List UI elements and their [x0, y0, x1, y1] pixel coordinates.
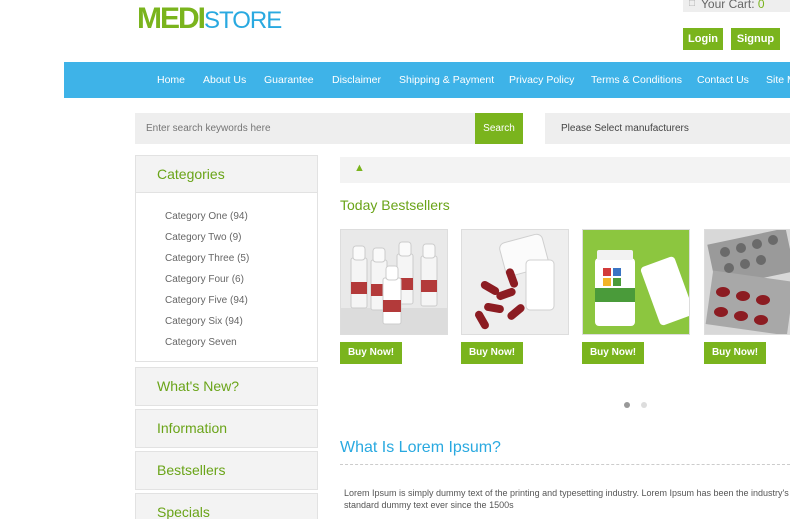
- buy-now-button[interactable]: Buy Now!: [582, 342, 644, 364]
- logo-medi: MEDI: [137, 2, 206, 35]
- category-item[interactable]: Category Five (94): [136, 290, 317, 311]
- category-item[interactable]: Category Seven: [136, 332, 317, 353]
- lorem-text: Lorem Ipsum is simply dummy text of the …: [344, 488, 789, 510]
- nav-home[interactable]: Home: [157, 62, 185, 98]
- product-image[interactable]: [582, 229, 690, 335]
- buy-now-button[interactable]: Buy Now!: [704, 342, 766, 364]
- category-item[interactable]: Category Three (5): [136, 248, 317, 269]
- category-item[interactable]: Category Six (94): [136, 311, 317, 332]
- main-nav: Home About Us Guarantee Disclaimer Shipp…: [64, 62, 790, 98]
- information-box[interactable]: Information: [135, 409, 318, 448]
- category-item[interactable]: Category Four (6): [136, 269, 317, 290]
- bestsellers-box[interactable]: Bestsellers: [135, 451, 318, 490]
- nav-guarantee[interactable]: Guarantee: [264, 62, 314, 98]
- buy-now-button[interactable]: Buy Now!: [340, 342, 402, 364]
- product-image[interactable]: [704, 229, 790, 335]
- cart-icon: □: [689, 0, 696, 9]
- carousel-dot[interactable]: [641, 402, 647, 408]
- cart-label: Your Cart:: [701, 0, 758, 11]
- login-button[interactable]: Login: [683, 28, 723, 50]
- cart-summary[interactable]: □ Your Cart: 0: [683, 0, 790, 12]
- nav-contact-us[interactable]: Contact Us: [697, 62, 749, 98]
- breadcrumb: ▲: [340, 157, 790, 183]
- manufacturer-select[interactable]: Please Select manufacturers: [545, 113, 790, 144]
- category-item[interactable]: Category Two (9): [136, 227, 317, 248]
- signup-button[interactable]: Signup: [731, 28, 780, 50]
- buy-now-button[interactable]: Buy Now!: [461, 342, 523, 364]
- nav-disclaimer[interactable]: Disclaimer: [332, 62, 381, 98]
- carousel-dot-active[interactable]: [624, 402, 630, 408]
- categories-box: Categories Category One (94) Category Tw…: [135, 155, 318, 362]
- nav-shipping-payment[interactable]: Shipping & Payment: [399, 62, 494, 98]
- specials-box[interactable]: Specials: [135, 493, 318, 519]
- divider: [340, 464, 790, 465]
- logo-store: STORE: [204, 7, 282, 34]
- search-button[interactable]: Search: [475, 113, 523, 144]
- product-image[interactable]: [340, 229, 448, 335]
- category-item[interactable]: Category One (94): [136, 206, 317, 227]
- nav-about-us[interactable]: About Us: [203, 62, 246, 98]
- site-logo[interactable]: MEDISTORE: [137, 2, 282, 36]
- whats-new-box[interactable]: What's New?: [135, 367, 318, 406]
- cart-count: 0: [757, 0, 765, 11]
- nav-site-map[interactable]: Site Map: [766, 62, 790, 98]
- lorem-title: What Is Lorem Ipsum?: [340, 439, 501, 456]
- home-icon[interactable]: ▲: [354, 162, 365, 174]
- category-list: Category One (94) Category Two (9) Categ…: [136, 193, 317, 353]
- nav-terms-conditions[interactable]: Terms & Conditions: [591, 62, 682, 98]
- product-image[interactable]: [461, 229, 569, 335]
- nav-privacy-policy[interactable]: Privacy Policy: [509, 62, 574, 98]
- categories-title: Categories: [136, 156, 317, 193]
- search-input[interactable]: [135, 113, 475, 144]
- bestsellers-title: Today Bestsellers: [340, 197, 450, 213]
